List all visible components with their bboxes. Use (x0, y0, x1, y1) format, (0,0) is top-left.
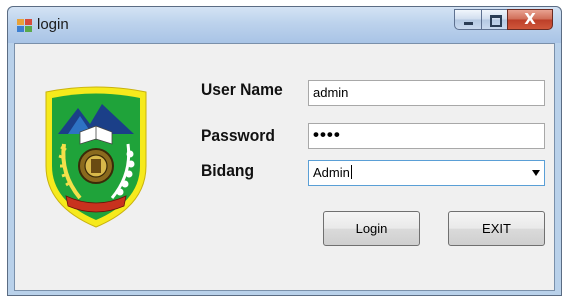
bidang-select[interactable]: Admin (308, 160, 545, 186)
app-window-icon (17, 19, 32, 32)
minimize-button[interactable] (454, 9, 482, 30)
login-window: login X User Name admin Password •••• Bi… (7, 6, 562, 296)
title-bar[interactable]: login X (8, 7, 561, 43)
exit-button[interactable]: EXIT (448, 211, 545, 246)
minimize-icon (464, 22, 473, 25)
regional-emblem-logo (45, 86, 147, 228)
text-cursor (350, 165, 352, 179)
password-input[interactable]: •••• (308, 123, 545, 149)
bidang-selected-value: Admin (313, 165, 350, 180)
window-title: login (37, 16, 69, 33)
login-button[interactable]: Login (323, 211, 420, 246)
bidang-label: Bidang (201, 161, 255, 180)
password-label: Password (201, 126, 275, 145)
close-icon: X (524, 10, 536, 28)
username-label: User Name (201, 80, 283, 99)
form-client-area: User Name admin Password •••• Bidang Adm… (14, 43, 555, 291)
maximize-button[interactable] (481, 9, 508, 30)
dropdown-arrow-icon[interactable] (532, 170, 540, 176)
close-button[interactable]: X (507, 9, 553, 30)
username-input[interactable]: admin (308, 80, 545, 106)
maximize-icon (490, 15, 502, 27)
